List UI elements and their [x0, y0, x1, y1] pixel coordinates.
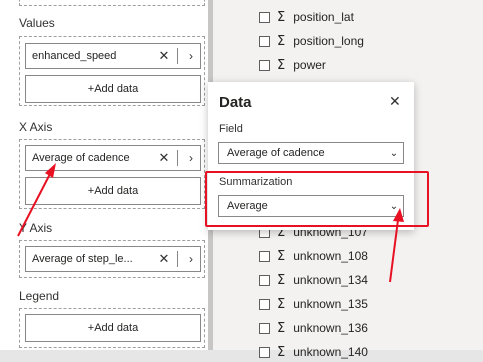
sigma-icon: Σ	[277, 9, 286, 25]
field-item[interactable]: Σunknown_134	[259, 270, 368, 290]
checkbox[interactable]	[259, 250, 270, 262]
legend-label: Legend	[19, 289, 60, 303]
summarization-dropdown[interactable]: Average ⌄	[218, 195, 404, 217]
values-well: enhanced_speed ✕ › +Add data	[19, 36, 205, 106]
field-item[interactable]: Σunknown_108	[259, 246, 368, 266]
chevron-down-icon: ⌄	[389, 147, 399, 159]
sigma-icon: Σ	[277, 248, 286, 264]
sigma-icon: Σ	[277, 296, 286, 312]
field-item-label: position_long	[293, 34, 364, 48]
pill-separator	[177, 150, 178, 166]
field-item-label: unknown_134	[293, 273, 368, 287]
previous-well-box	[19, 0, 205, 6]
checkbox[interactable]	[259, 35, 270, 47]
remove-icon[interactable]: ✕	[155, 150, 173, 166]
field-dropdown-value: Average of cadence	[227, 147, 325, 159]
chevron-down-icon: ⌄	[389, 200, 399, 212]
values-field-pill[interactable]: enhanced_speed ✕ ›	[25, 43, 201, 69]
chevron-right-icon[interactable]: ›	[182, 49, 200, 63]
xaxis-field-pill[interactable]: Average of cadence ✕ ›	[25, 145, 201, 171]
field-item-label: unknown_136	[293, 321, 368, 335]
data-popup: Data ✕ Field Average of cadence ⌄ Summar…	[208, 82, 414, 230]
remove-icon[interactable]: ✕	[155, 48, 173, 64]
field-dropdown[interactable]: Average of cadence ⌄	[218, 142, 404, 164]
sigma-icon: Σ	[277, 344, 286, 360]
chevron-right-icon[interactable]: ›	[182, 151, 200, 165]
field-item-label: unknown_135	[293, 297, 368, 311]
summarization-dropdown-value: Average	[227, 200, 268, 212]
chevron-right-icon[interactable]: ›	[182, 252, 200, 266]
sigma-icon: Σ	[277, 272, 286, 288]
popup-title: Data	[219, 94, 252, 111]
values-field-name: enhanced_speed	[32, 50, 117, 62]
checkbox[interactable]	[259, 59, 270, 71]
field-item-label: power	[293, 58, 326, 72]
field-item-label: position_lat	[293, 10, 354, 24]
field-item-label: unknown_108	[293, 249, 368, 263]
checkbox[interactable]	[259, 11, 270, 23]
sigma-icon: Σ	[277, 57, 286, 73]
yaxis-field-name: Average of step_le...	[32, 253, 133, 265]
xaxis-label: X Axis	[19, 120, 53, 134]
pill-separator	[177, 251, 178, 267]
checkbox[interactable]	[259, 298, 270, 310]
sigma-icon: Σ	[277, 33, 286, 49]
field-item[interactable]: Σunknown_140	[259, 342, 368, 362]
remove-icon[interactable]: ✕	[155, 251, 173, 267]
xaxis-field-name: Average of cadence	[32, 152, 130, 164]
field-item[interactable]: Σposition_long	[259, 31, 364, 51]
field-label: Field	[219, 123, 243, 135]
yaxis-label: Y Axis	[19, 221, 53, 235]
pill-separator	[177, 48, 178, 64]
field-item-label: unknown_140	[293, 345, 368, 359]
legend-add-data-button[interactable]: +Add data	[25, 314, 201, 342]
checkbox[interactable]	[259, 322, 270, 334]
field-item[interactable]: Σunknown_135	[259, 294, 368, 314]
values-add-data-button[interactable]: +Add data	[25, 75, 201, 103]
yaxis-well: Average of step_le... ✕ ›	[19, 240, 205, 278]
checkbox[interactable]	[259, 346, 270, 358]
summarization-label: Summarization	[219, 176, 293, 188]
close-icon[interactable]: ✕	[389, 93, 401, 110]
visual-fields-pane: Values enhanced_speed ✕ › +Add data X Ax…	[0, 0, 208, 350]
checkbox[interactable]	[259, 274, 270, 286]
sigma-icon: Σ	[277, 320, 286, 336]
field-item[interactable]: Σposition_lat	[259, 7, 354, 27]
field-item[interactable]: Σunknown_136	[259, 318, 368, 338]
xaxis-add-data-button[interactable]: +Add data	[25, 177, 201, 205]
legend-well: +Add data	[19, 308, 205, 348]
xaxis-well: Average of cadence ✕ › +Add data	[19, 139, 205, 209]
values-label: Values	[19, 16, 55, 30]
yaxis-field-pill[interactable]: Average of step_le... ✕ ›	[25, 246, 201, 272]
field-item[interactable]: Σpower	[259, 55, 326, 75]
